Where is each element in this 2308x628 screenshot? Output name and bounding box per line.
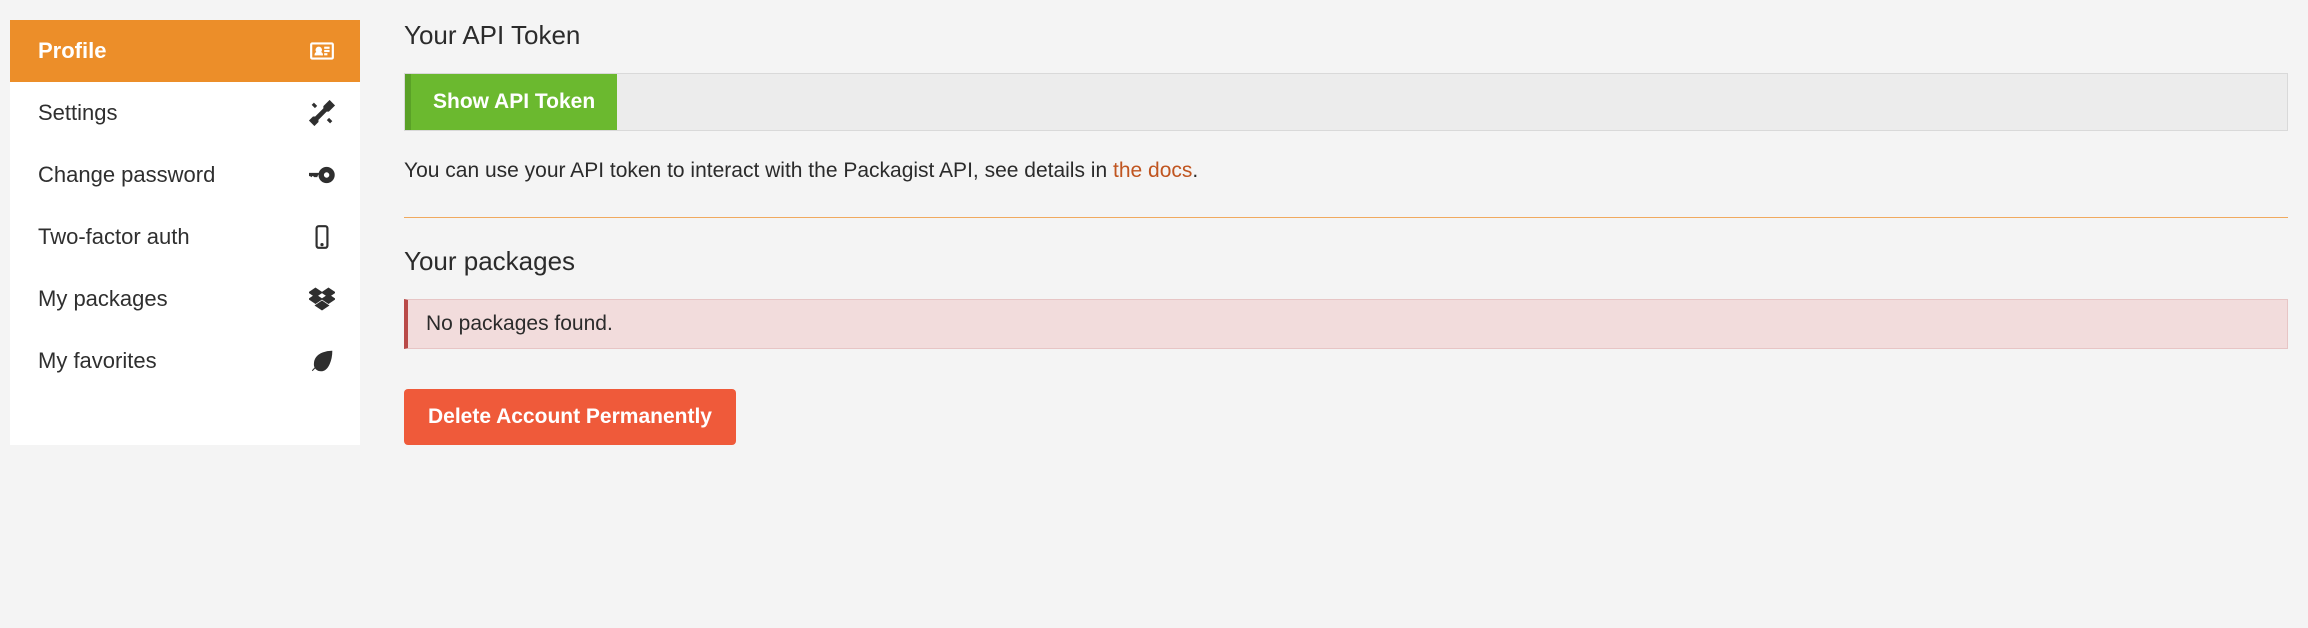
- sidebar-item-two-factor[interactable]: Two-factor auth: [10, 206, 360, 268]
- dropbox-icon: [308, 285, 336, 313]
- sidebar-item-label: My favorites: [38, 348, 157, 374]
- sidebar-item-label: Two-factor auth: [38, 224, 190, 250]
- leaf-icon: [308, 347, 336, 375]
- api-token-field[interactable]: [617, 74, 2287, 130]
- sidebar-item-label: Change password: [38, 162, 215, 188]
- key-icon: [308, 161, 336, 189]
- api-token-row: Show API Token: [404, 73, 2288, 131]
- mobile-icon: [308, 223, 336, 251]
- no-packages-alert: No packages found.: [404, 299, 2288, 349]
- tools-icon: [308, 99, 336, 127]
- sidebar-item-my-favorites[interactable]: My favorites: [10, 330, 360, 392]
- delete-account-button[interactable]: Delete Account Permanently: [404, 389, 736, 445]
- sidebar-item-settings[interactable]: Settings: [10, 82, 360, 144]
- api-token-description: You can use your API token to interact w…: [404, 155, 2288, 187]
- sidebar-item-my-packages[interactable]: My packages: [10, 268, 360, 330]
- id-card-icon: [308, 37, 336, 65]
- main-content: Your API Token Show API Token You can us…: [404, 20, 2288, 445]
- api-token-title: Your API Token: [404, 20, 2288, 51]
- sidebar-item-label: My packages: [38, 286, 168, 312]
- sidebar: Profile Settings Change p: [10, 20, 360, 445]
- section-divider: [404, 217, 2288, 218]
- sidebar-item-label: Profile: [38, 38, 106, 64]
- sidebar-item-label: Settings: [38, 100, 118, 126]
- packages-title: Your packages: [404, 246, 2288, 277]
- docs-link[interactable]: the docs: [1113, 159, 1192, 182]
- show-api-token-button[interactable]: Show API Token: [405, 74, 617, 130]
- sidebar-item-change-password[interactable]: Change password: [10, 144, 360, 206]
- sidebar-item-profile[interactable]: Profile: [10, 20, 360, 82]
